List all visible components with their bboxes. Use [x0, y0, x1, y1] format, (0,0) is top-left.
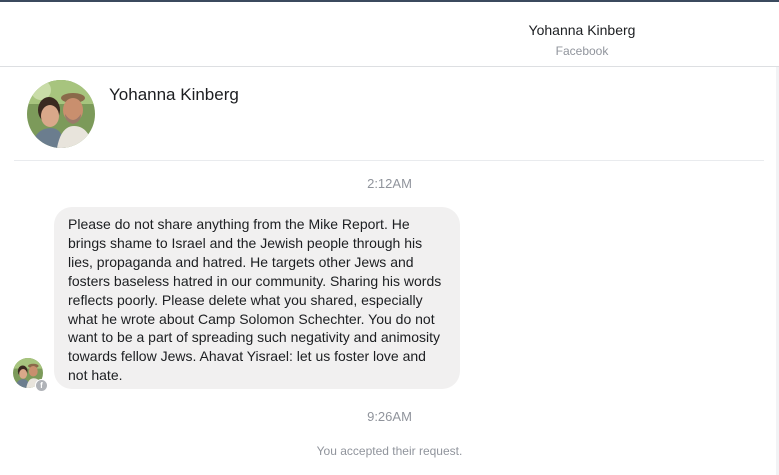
profile-avatar[interactable] — [27, 80, 95, 148]
message-timestamp: 2:12AM — [367, 176, 412, 191]
request-accepted-notice: You accepted their request. — [316, 444, 463, 458]
facebook-badge-icon: f — [35, 379, 48, 392]
header-source-label: Facebook — [555, 44, 609, 58]
message-bubble[interactable]: Please do not share anything from the Mi… — [54, 207, 460, 389]
profile-name[interactable]: Yohanna Kinberg — [109, 85, 239, 105]
header-contact-name[interactable]: Yohanna Kinberg — [482, 22, 682, 38]
conversation-header: Yohanna Kinberg Facebook — [0, 2, 779, 67]
profile-photo-icon — [27, 80, 95, 148]
message-timestamp: 9:26AM — [367, 409, 412, 424]
profile-divider — [14, 160, 764, 161]
